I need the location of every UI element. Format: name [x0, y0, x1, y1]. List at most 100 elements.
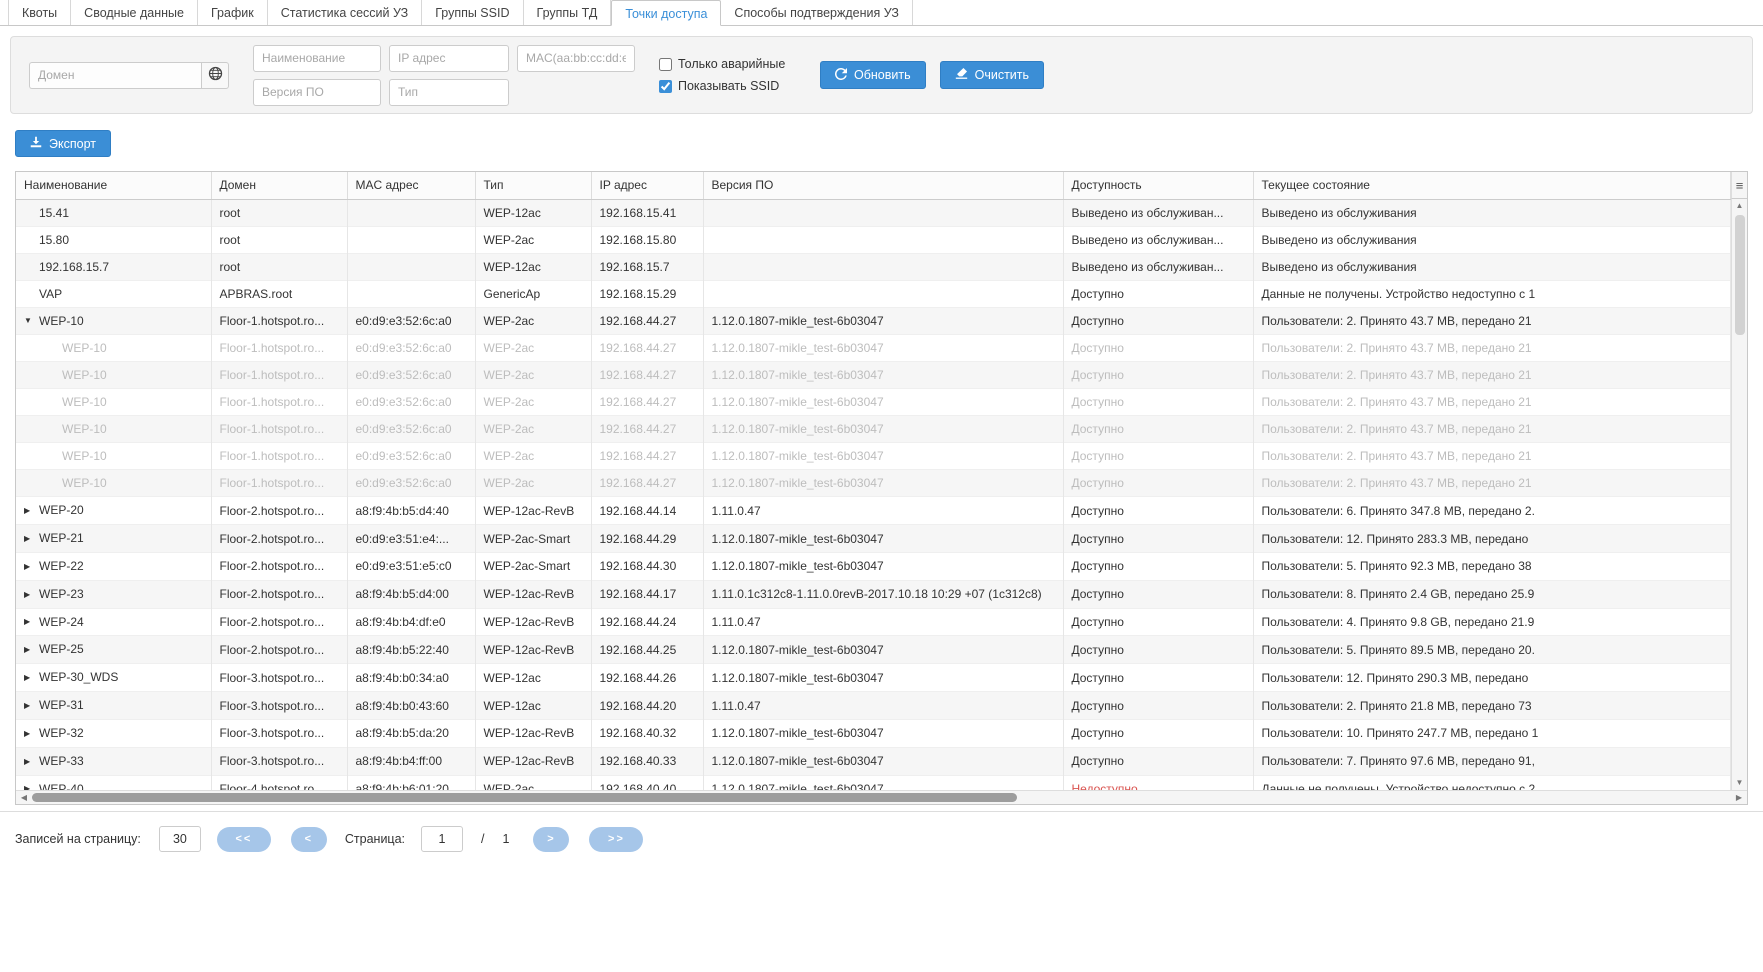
refresh-button[interactable]: Обновить [820, 61, 926, 89]
only-faulty-check[interactable]: Только аварийные [659, 57, 794, 71]
expand-icon[interactable]: ▶ [24, 693, 39, 719]
prev-page-button[interactable]: < [291, 827, 327, 852]
expand-icon[interactable]: ▶ [24, 721, 39, 747]
tab-3[interactable]: Статистика сессий УЗ [268, 0, 422, 25]
column-header[interactable]: Наименование [16, 172, 211, 199]
domain-picker-button[interactable] [201, 62, 229, 89]
expand-icon[interactable]: ▶ [24, 554, 39, 580]
per-page-input[interactable] [159, 826, 201, 852]
column-header[interactable]: Домен [211, 172, 347, 199]
table-row[interactable]: ▶WEP-21Floor-2.hotspot.ro...e0:d9:e3:51:… [16, 525, 1731, 553]
table-row[interactable]: 15.41rootWEP-12ac192.168.15.41Выведено и… [16, 199, 1731, 226]
ip-filter-input[interactable] [389, 45, 509, 72]
table-row[interactable]: ▶WEP-33Floor-3.hotspot.ro...a8:f9:4b:b4:… [16, 747, 1731, 775]
tab-1[interactable]: Сводные данные [71, 0, 198, 25]
page-input[interactable] [421, 826, 463, 852]
column-menu-button[interactable]: ≡ [1731, 172, 1747, 199]
cell-state: Выведено из обслуживания [1253, 253, 1731, 280]
domain-input[interactable] [29, 62, 201, 89]
table-row[interactable]: ▶WEP-25Floor-2.hotspot.ro...a8:f9:4b:b5:… [16, 636, 1731, 664]
table-row[interactable]: ▶WEP-20Floor-2.hotspot.ro...a8:f9:4b:b5:… [16, 497, 1731, 525]
show-ssid-check[interactable]: Показывать SSID [659, 79, 794, 93]
cell-name: ▶WEP-25 [16, 636, 211, 664]
column-header[interactable]: Версия ПО [703, 172, 1063, 199]
first-page-button[interactable]: << [217, 827, 271, 852]
column-header[interactable]: Текущее состояние [1253, 172, 1731, 199]
last-page-button[interactable]: >> [589, 827, 643, 852]
expand-icon[interactable]: ▶ [24, 665, 39, 691]
version-filter-input[interactable] [253, 79, 381, 106]
cell-version [703, 280, 1063, 307]
table-row[interactable]: WEP-10Floor-1.hotspot.ro...e0:d9:e3:52:6… [16, 443, 1731, 470]
expand-icon[interactable]: ▶ [24, 498, 39, 524]
cell-state: Выведено из обслуживания [1253, 199, 1731, 226]
expand-icon[interactable]: ▶ [24, 637, 39, 663]
table-row[interactable]: ▶WEP-31Floor-3.hotspot.ro...a8:f9:4b:b0:… [16, 692, 1731, 720]
pagination-bar: Записей на страницу: << < Страница: / 1 … [0, 811, 1763, 866]
cell-version: 1.11.0.47 [703, 497, 1063, 525]
cell-version: 1.12.0.1807-mikle_test-6b03047 [703, 416, 1063, 443]
table-row[interactable]: WEP-10Floor-1.hotspot.ro...e0:d9:e3:52:6… [16, 389, 1731, 416]
table-row[interactable]: WEP-10Floor-1.hotspot.ro...e0:d9:e3:52:6… [16, 335, 1731, 362]
table-row[interactable]: ▶WEP-22Floor-2.hotspot.ro...e0:d9:e3:51:… [16, 552, 1731, 580]
cell-state: Пользователи: 8. Принято 2.4 GB, передан… [1253, 580, 1731, 608]
scroll-right-icon[interactable]: ▶ [1731, 791, 1747, 805]
collapse-icon[interactable]: ▼ [24, 308, 39, 334]
name-filter-input[interactable] [253, 45, 381, 72]
horizontal-scroll-thumb[interactable] [32, 793, 1017, 802]
table-row[interactable]: ▼WEP-10Floor-1.hotspot.ro...e0:d9:e3:52:… [16, 307, 1731, 335]
cell-name: ▼WEP-10 [16, 307, 211, 335]
tab-7[interactable]: Способы подтверждения УЗ [721, 0, 913, 25]
clear-button[interactable]: Очистить [940, 61, 1044, 89]
cell-type: WEP-2ac [475, 389, 591, 416]
tab-6[interactable]: Точки доступа [611, 0, 721, 26]
table-row[interactable]: ▶WEP-24Floor-2.hotspot.ro...a8:f9:4b:b4:… [16, 608, 1731, 636]
cell-mac: e0:d9:e3:52:6c:a0 [347, 416, 475, 443]
table-row[interactable]: ▶WEP-30_WDSFloor-3.hotspot.ro...a8:f9:4b… [16, 664, 1731, 692]
expand-icon[interactable]: ▶ [24, 609, 39, 635]
table-row[interactable]: WEP-10Floor-1.hotspot.ro...e0:d9:e3:52:6… [16, 362, 1731, 389]
table-row[interactable]: ▶WEP-32Floor-3.hotspot.ro...a8:f9:4b:b5:… [16, 719, 1731, 747]
cell-type: WEP-2ac [475, 335, 591, 362]
type-filter-input[interactable] [389, 79, 509, 106]
cell-domain: Floor-2.hotspot.ro... [211, 497, 347, 525]
export-button[interactable]: Экспорт [15, 130, 111, 157]
expand-icon[interactable]: ▶ [24, 582, 39, 608]
table-row[interactable]: 15.80rootWEP-2ac192.168.15.80Выведено из… [16, 226, 1731, 253]
expand-icon[interactable]: ▶ [24, 526, 39, 552]
cell-mac: e0:d9:e3:52:6c:a0 [347, 335, 475, 362]
cell-version: 1.12.0.1807-mikle_test-6b03047 [703, 362, 1063, 389]
table-row[interactable]: VAPAPBRAS.rootGenericAp192.168.15.29Дост… [16, 280, 1731, 307]
cell-mac: a8:f9:4b:b5:22:40 [347, 636, 475, 664]
expand-icon[interactable]: ▶ [24, 804, 39, 805]
cell-type: WEP-12ac [475, 253, 591, 280]
scroll-left-icon[interactable]: ◀ [16, 791, 32, 805]
table-row[interactable]: WEP-10Floor-1.hotspot.ro...e0:d9:e3:52:6… [16, 470, 1731, 497]
cell-type: WEP-12ac [475, 199, 591, 226]
table-row[interactable]: 192.168.15.7rootWEP-12ac192.168.15.7Выве… [16, 253, 1731, 280]
tab-0[interactable]: Квоты [8, 0, 71, 25]
cell-ip: 192.168.44.29 [591, 525, 703, 553]
vertical-scroll-thumb[interactable] [1735, 215, 1745, 335]
column-header[interactable]: Доступность [1063, 172, 1253, 199]
cell-type: WEP-12ac-RevB [475, 719, 591, 747]
filter-actions: Обновить Очистить [820, 61, 1044, 89]
table-row[interactable]: ▶WEP-23Floor-2.hotspot.ro...a8:f9:4b:b5:… [16, 580, 1731, 608]
column-header[interactable]: IP адрес [591, 172, 703, 199]
column-header[interactable]: MAC адрес [347, 172, 475, 199]
vertical-scrollbar[interactable]: ▲ ▼ [1731, 199, 1747, 790]
column-header[interactable]: Тип [475, 172, 591, 199]
horizontal-scrollbar[interactable]: ◀ ▶ [16, 790, 1747, 804]
scroll-up-icon[interactable]: ▲ [1736, 199, 1744, 213]
scroll-down-icon[interactable]: ▼ [1736, 776, 1744, 790]
show-ssid-checkbox[interactable] [659, 80, 672, 93]
only-faulty-checkbox[interactable] [659, 58, 672, 71]
tab-4[interactable]: Группы SSID [422, 0, 523, 25]
next-page-button[interactable]: > [533, 827, 569, 852]
page-label: Страница: [345, 832, 405, 846]
tab-2[interactable]: График [198, 0, 268, 25]
expand-icon[interactable]: ▶ [24, 749, 39, 775]
table-row[interactable]: WEP-10Floor-1.hotspot.ro...e0:d9:e3:52:6… [16, 416, 1731, 443]
tab-5[interactable]: Группы ТД [524, 0, 612, 25]
mac-filter-input[interactable] [517, 45, 635, 72]
